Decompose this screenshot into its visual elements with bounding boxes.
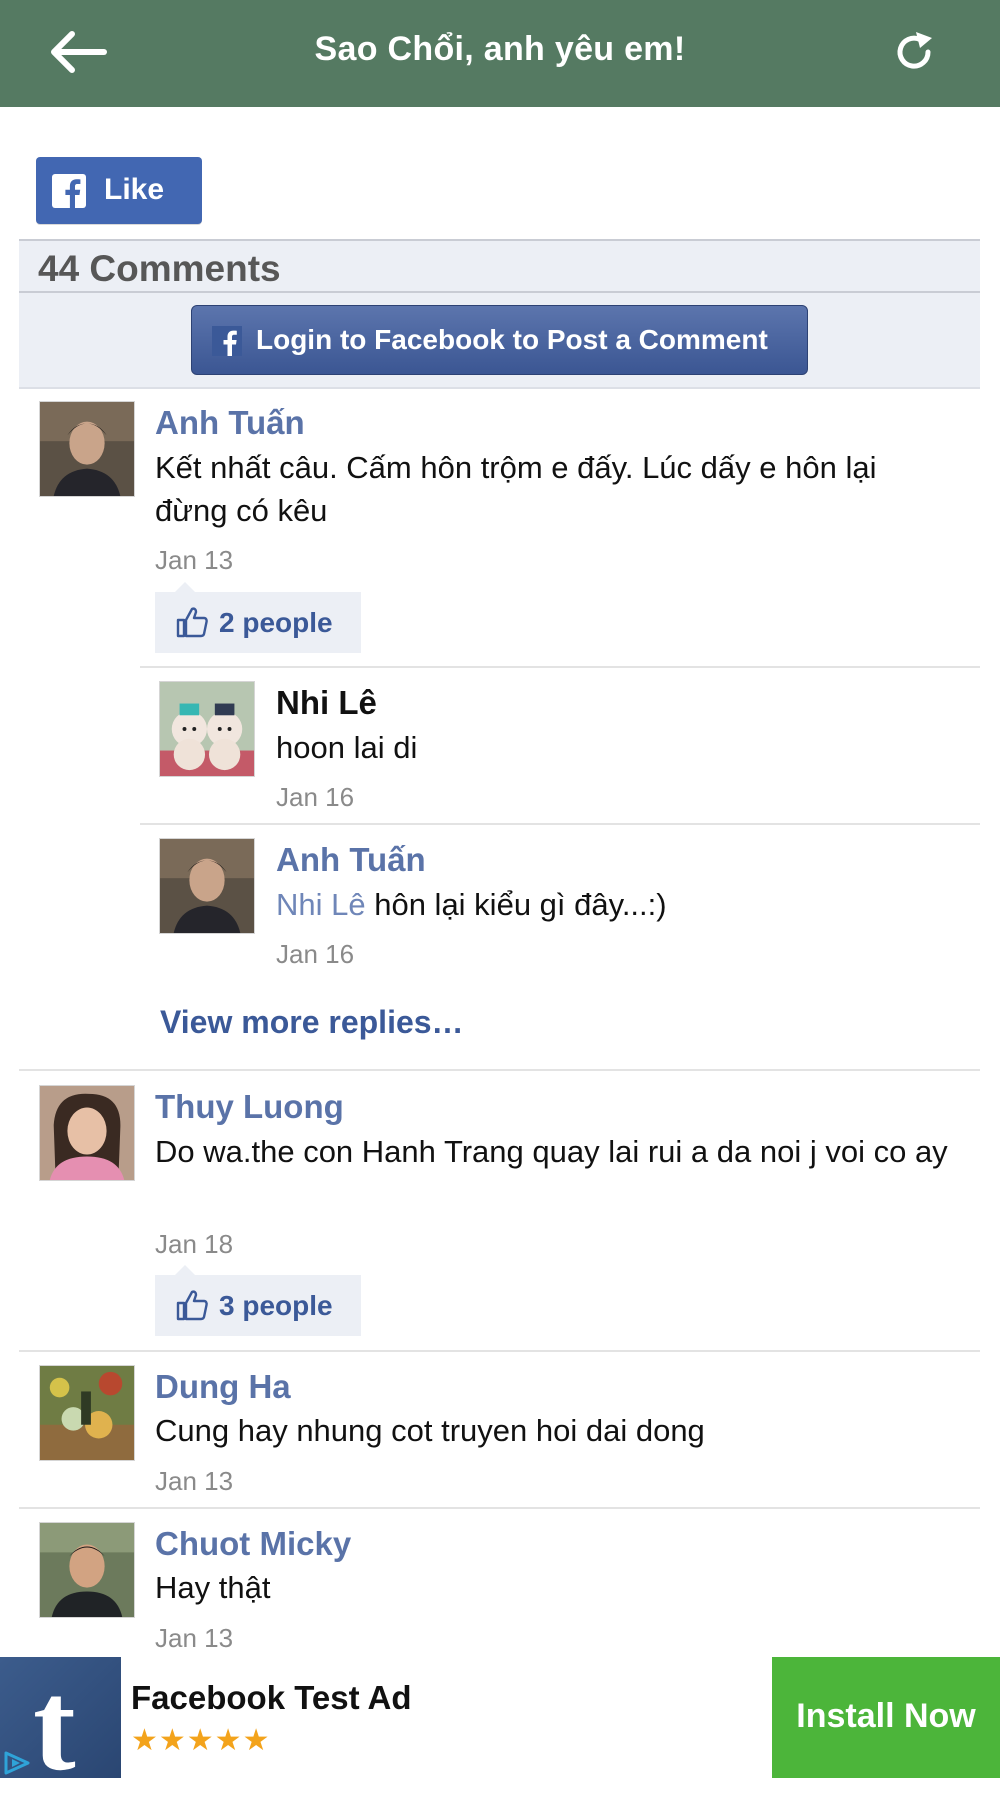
top-navigation-bar: Sao Chổi, anh yêu em!	[0, 0, 1000, 107]
comment-date: Jan 18	[155, 1229, 234, 1259]
comment-text: Hay thật	[155, 1570, 271, 1605]
page-title: Sao Chổi, anh yêu em!	[314, 30, 686, 68]
thumbs-up-icon	[176, 607, 208, 638]
login-button-label: Login to Facebook to Post a Comment	[256, 324, 768, 355]
user-photo-icon	[160, 839, 254, 933]
reply-text: hoon lai di	[276, 730, 418, 765]
ad-rating-stars: ★★★★★	[131, 1724, 271, 1757]
refresh-icon[interactable]	[890, 28, 938, 76]
ad-choices-icon[interactable]	[2, 1749, 32, 1777]
facebook-logo-icon	[52, 174, 86, 208]
view-more-replies-link[interactable]: View more replies…	[160, 1004, 464, 1041]
likes-count: 2 people	[219, 607, 333, 638]
reply-divider	[140, 666, 980, 668]
comment-divider	[19, 1069, 980, 1071]
avatar[interactable]	[39, 1365, 135, 1461]
comment-likes[interactable]: 3 people	[155, 1265, 361, 1336]
reply-date: Jan 16	[276, 939, 355, 969]
comment-divider	[19, 1507, 980, 1509]
login-area: Login to Facebook to Post a Comment	[19, 293, 980, 389]
comment-date: Jan 13	[155, 1466, 234, 1496]
comment-date: Jan 13	[155, 545, 234, 575]
user-photo-icon	[40, 402, 134, 496]
avatar[interactable]	[159, 838, 255, 934]
comment-text: Cung hay nhung cot truyen hoi dai dong	[155, 1413, 705, 1448]
reply-text-body: hôn lại kiểu gì đây...:)	[365, 887, 667, 922]
avatar[interactable]	[39, 1522, 135, 1618]
install-button-label: Install Now	[796, 1697, 976, 1735]
install-now-button[interactable]: Install Now	[772, 1657, 1000, 1778]
thumbs-up-icon	[176, 1290, 208, 1321]
comment-author[interactable]: Anh Tuấn	[155, 404, 305, 442]
reply-author[interactable]: Anh Tuấn	[276, 841, 426, 879]
like-button-label: Like	[104, 173, 165, 206]
flowers-photo-icon	[40, 1366, 134, 1460]
likes-count: 3 people	[219, 1290, 333, 1321]
avatar[interactable]	[159, 681, 255, 777]
avatar[interactable]	[39, 401, 135, 497]
user-photo-icon	[40, 1523, 134, 1617]
reply-divider	[140, 823, 980, 825]
comment-author[interactable]: Dung Ha	[155, 1368, 291, 1406]
reply-text: Nhi Lê hôn lại kiểu gì đây...:)	[276, 883, 667, 926]
comment-likes[interactable]: 2 people	[155, 582, 361, 653]
user-photo-icon	[40, 1086, 134, 1180]
comment-author[interactable]: Chuot Micky	[155, 1525, 351, 1563]
ad-banner[interactable]: t Facebook Test Ad ★★★★★ Install Now	[0, 1655, 1000, 1797]
reply-author[interactable]: Nhi Lê	[276, 684, 377, 722]
teddy-bears-photo-icon	[160, 682, 254, 776]
comment-divider	[19, 1350, 980, 1352]
facebook-f-icon	[212, 326, 242, 356]
comments-count: 44 Comments	[38, 248, 281, 289]
comment-text: Do wa.the con Hanh Trang quay lai rui a …	[155, 1134, 948, 1169]
comment-author[interactable]: Thuy Luong	[155, 1088, 344, 1126]
login-to-facebook-button[interactable]: Login to Facebook to Post a Comment	[191, 305, 808, 375]
comment-date: Jan 13	[155, 1623, 234, 1653]
comment-text: Kết nhất câu. Cấm hôn trộm e đấy. Lúc dấ…	[155, 450, 877, 528]
avatar[interactable]	[39, 1085, 135, 1181]
comments-count-bar: 44 Comments	[19, 239, 980, 293]
mentioned-user-link[interactable]: Nhi Lê	[276, 887, 366, 922]
reply-date: Jan 16	[276, 782, 355, 812]
facebook-like-button[interactable]: Like	[36, 157, 202, 224]
ad-title: Facebook Test Ad	[131, 1679, 412, 1716]
